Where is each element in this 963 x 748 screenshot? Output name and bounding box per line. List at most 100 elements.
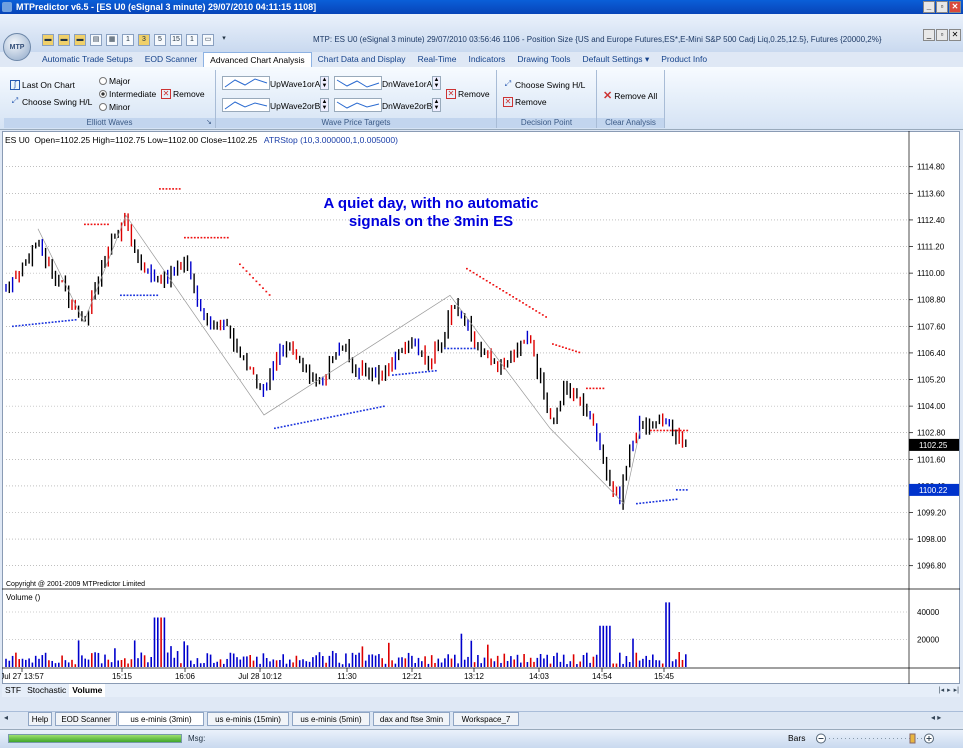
save-folder-icon[interactable]: ▬ bbox=[74, 34, 86, 46]
dnwave1-label[interactable]: DnWave1orA bbox=[382, 79, 432, 89]
price-tick-label: 1104.00 bbox=[917, 402, 946, 411]
time-tick-label: 15:15 bbox=[112, 672, 133, 681]
upwave1-spinner[interactable]: ▲ ▼ bbox=[320, 76, 329, 90]
mdi-window-controls: _ ▫ ✕ bbox=[923, 29, 961, 41]
tab-eod-scanner[interactable]: EOD Scanner bbox=[139, 52, 203, 67]
scroll-last-icon[interactable]: ▸| bbox=[954, 686, 959, 694]
atr-stop-dot bbox=[100, 223, 103, 226]
tab-scroll-icons[interactable]: ◂ ▸ bbox=[931, 713, 941, 722]
atr-stop-dot bbox=[297, 422, 299, 425]
radio-intermediate[interactable]: Intermediate bbox=[99, 89, 156, 99]
indicator-tabs: STF Stochastic Volume bbox=[2, 684, 960, 697]
mdi-restore-button[interactable]: ▫ bbox=[936, 29, 948, 41]
time-tick-label: 14:03 bbox=[529, 672, 550, 681]
tab-product-info[interactable]: Product Info bbox=[655, 52, 713, 67]
atr-stop-dot bbox=[466, 267, 468, 270]
tab-scroll-left-icon[interactable]: ◂ bbox=[4, 713, 8, 722]
scroll-first-icon[interactable]: |◂ bbox=[939, 686, 944, 694]
workspace-tab-help[interactable]: Help bbox=[28, 712, 52, 726]
app-orb-button[interactable]: MTP bbox=[3, 33, 31, 61]
atr-stop-dot bbox=[220, 236, 223, 239]
atr-stop-dot bbox=[123, 294, 126, 297]
atr-stop-dot bbox=[316, 418, 319, 421]
atr-stop-dot bbox=[45, 322, 47, 324]
customize-dropdown-icon[interactable]: ▾ bbox=[218, 34, 230, 46]
upwave2-label[interactable]: UpWave2orB bbox=[270, 101, 320, 111]
atr-stop-dot bbox=[679, 429, 682, 432]
mdi-minimize-button[interactable]: _ bbox=[923, 29, 935, 41]
chart-icon[interactable]: ▤ bbox=[90, 34, 102, 46]
tab-stf[interactable]: STF bbox=[2, 684, 24, 697]
tab-advanced-chart-analysis[interactable]: Advanced Chart Analysis bbox=[203, 52, 312, 67]
decision-choose-swing-button[interactable]: ⤢ Choose Swing H/L bbox=[503, 80, 586, 91]
folder-icon[interactable]: ▬ bbox=[58, 34, 70, 46]
atr-stop-dot bbox=[159, 188, 161, 190]
tab-automatic-trade-setups[interactable]: Automatic Trade Setups bbox=[36, 52, 139, 67]
remove-x-icon: ✕ bbox=[161, 89, 171, 99]
tab-drawing-tools[interactable]: Drawing Tools bbox=[511, 52, 576, 67]
workspace-tab-workspace-7[interactable]: Workspace_7 bbox=[453, 712, 519, 726]
workspace-tab-dax-ftse-3min[interactable]: dax and ftse 3min bbox=[373, 712, 450, 726]
dialog-launcher-icon[interactable]: ↘ bbox=[206, 118, 212, 126]
atr-stop-dot bbox=[200, 236, 203, 239]
atr-stops bbox=[12, 188, 689, 505]
atr-stop-dot bbox=[558, 345, 561, 347]
restore-button[interactable]: ▫ bbox=[936, 1, 948, 13]
last-on-chart-button[interactable]: ʃ Last On Chart bbox=[10, 80, 75, 90]
radio-major[interactable]: Major bbox=[99, 76, 130, 86]
workspace-tab-us-eminis-5min[interactable]: us e-minis (5min) bbox=[292, 712, 370, 726]
price-tick-label: 1106.40 bbox=[917, 349, 946, 358]
tab-volume[interactable]: Volume bbox=[69, 684, 106, 697]
tf-5-button[interactable]: 5 bbox=[154, 34, 166, 46]
tab-indicators[interactable]: Indicators bbox=[462, 52, 511, 67]
tf-3-button[interactable]: 3 bbox=[138, 34, 150, 46]
remove-x-icon: ✕ bbox=[446, 89, 456, 99]
dnwave1-spinner[interactable]: ▲ ▼ bbox=[432, 76, 441, 90]
group-label-clear: Clear Analysis bbox=[597, 118, 664, 128]
radio-minor[interactable]: Minor bbox=[99, 102, 130, 112]
remove-all-button[interactable]: ✕ Remove All bbox=[603, 89, 657, 102]
close-button[interactable]: ✕ bbox=[949, 1, 961, 13]
workspace-tab-us-eminis-3min[interactable]: us e-minis (3min) bbox=[118, 712, 204, 726]
elliott-remove-button[interactable]: ✕ Remove bbox=[161, 89, 205, 99]
tf-60-button[interactable]: 1 bbox=[186, 34, 198, 46]
atr-stop-dot bbox=[522, 302, 524, 304]
chart-ohlc: Open=1102.25 High=1102.75 Low=1102.00 Cl… bbox=[34, 135, 258, 145]
tab-real-time[interactable]: Real-Time bbox=[412, 52, 463, 67]
bars-zoom-slider[interactable] bbox=[815, 733, 935, 744]
mdi-close-button[interactable]: ✕ bbox=[949, 29, 961, 41]
atr-stop-dot bbox=[656, 429, 659, 432]
tab-default-settings[interactable]: Default Settings ▾ bbox=[577, 52, 656, 67]
atr-stop-dot bbox=[672, 498, 675, 501]
remove-all-x-icon: ✕ bbox=[603, 90, 613, 102]
atr-stop-dot bbox=[242, 266, 245, 269]
open-folder-icon[interactable]: ▬ bbox=[42, 34, 54, 46]
window-layout-icon[interactable]: ▭ bbox=[202, 34, 214, 46]
dnwave2-spinner[interactable]: ▲ ▼ bbox=[432, 98, 441, 112]
dnwave2-label[interactable]: DnWave2orB bbox=[382, 101, 432, 111]
tf-15-button[interactable]: 15 bbox=[170, 34, 182, 46]
chart-scroll-buttons: |◂ ▸ ▸| bbox=[939, 686, 959, 694]
minimize-button[interactable]: _ bbox=[923, 1, 935, 13]
atr-stop-dot bbox=[168, 188, 171, 190]
grid-icon[interactable]: ▦ bbox=[106, 34, 118, 46]
choose-swing-hl-button[interactable]: ⤢ Choose Swing H/L bbox=[10, 97, 93, 108]
atr-stop-dot bbox=[190, 236, 193, 239]
atr-stop-dot bbox=[363, 409, 365, 412]
upwave1-label[interactable]: UpWave1orA bbox=[270, 79, 320, 89]
decision-remove-button[interactable]: ✕ Remove bbox=[503, 97, 547, 107]
price-tick-label: 1107.60 bbox=[917, 322, 946, 331]
tf-1-button[interactable]: 1 bbox=[122, 34, 134, 46]
atr-stop-dot bbox=[126, 294, 129, 297]
chart-symbol: ES U0 bbox=[5, 135, 30, 145]
atr-stop-dot bbox=[356, 410, 359, 413]
tab-chart-data-and-display[interactable]: Chart Data and Display bbox=[312, 52, 412, 67]
scroll-right-icon[interactable]: ▸ bbox=[947, 686, 951, 694]
upwave2-spinner[interactable]: ▲ ▼ bbox=[320, 98, 329, 112]
tab-stochastic[interactable]: Stochastic bbox=[24, 684, 69, 697]
price-tick-label: 1113.60 bbox=[917, 189, 945, 198]
atr-stop-dot bbox=[287, 424, 289, 427]
workspace-tab-us-eminis-15min[interactable]: us e-minis (15min) bbox=[207, 712, 289, 726]
workspace-tab-eod-scanner[interactable]: EOD Scanner bbox=[55, 712, 117, 726]
wave-targets-remove-button[interactable]: ✕ Remove bbox=[446, 89, 490, 99]
